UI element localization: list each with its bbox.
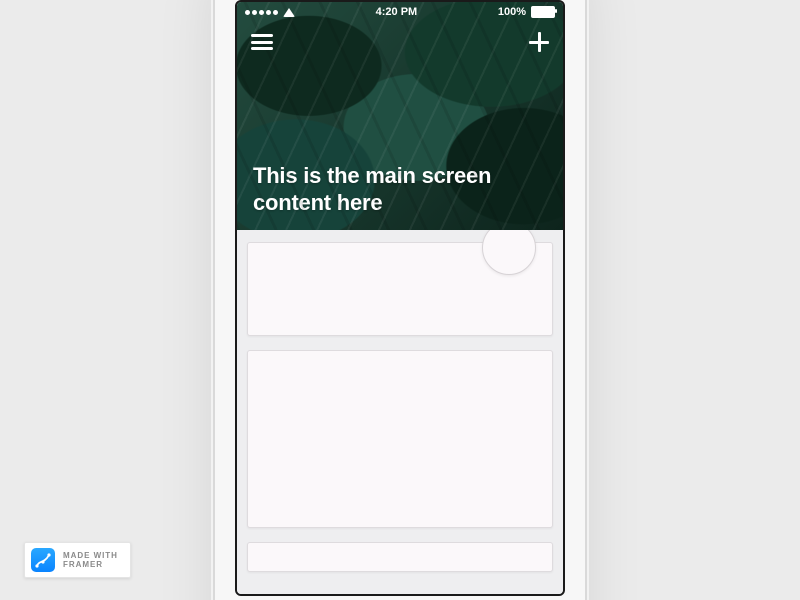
status-left (245, 8, 295, 17)
plus-icon[interactable] (529, 32, 549, 52)
framer-watermark[interactable]: MADE WITH FRAMER (24, 542, 131, 578)
avatar[interactable] (482, 230, 536, 275)
card[interactable] (247, 242, 553, 336)
nav-row (237, 28, 563, 56)
watermark-line2: FRAMER (63, 560, 118, 569)
phone-frame: 4:20 PM 100% This is the main screen con… (215, 0, 585, 600)
screen: 4:20 PM 100% This is the main screen con… (237, 2, 563, 594)
watermark-text: MADE WITH FRAMER (63, 551, 118, 569)
hamburger-icon[interactable] (251, 34, 273, 50)
battery-icon (531, 6, 555, 18)
status-bar: 4:20 PM 100% (237, 2, 563, 22)
card[interactable] (247, 542, 553, 572)
hero-title: This is the main screen content here (253, 163, 547, 216)
card-list[interactable] (237, 230, 563, 594)
status-time: 4:20 PM (376, 6, 418, 18)
signal-dots-icon (245, 10, 278, 15)
framer-logo-icon (31, 548, 55, 572)
wifi-icon (283, 8, 295, 17)
hero-header: 4:20 PM 100% This is the main screen con… (237, 2, 563, 230)
watermark-line1: MADE WITH (63, 551, 118, 560)
battery-percent: 100% (498, 6, 526, 18)
card[interactable] (247, 350, 553, 528)
status-right: 100% (498, 6, 555, 18)
